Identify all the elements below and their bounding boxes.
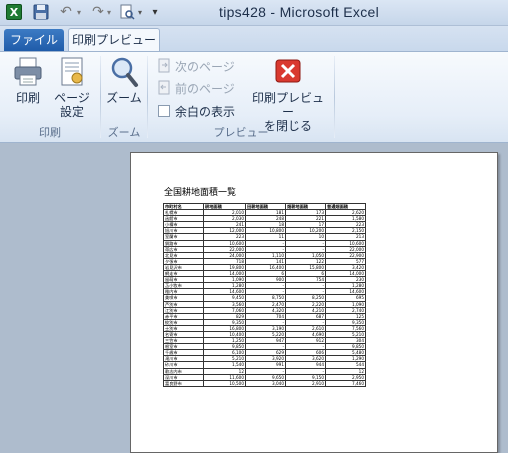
tab-print-preview[interactable]: 印刷プレビュー — [68, 28, 160, 53]
printer-icon — [14, 57, 42, 86]
ribbon: 印刷 ページ 設定 印刷 ズーム ズーム 次のページ 前のページ 余白の表示 印… — [0, 51, 508, 143]
data-table: 市町村名 耕地面積 田耕地面積 畑耕地面積 普通畑面積 札幌市 2,010 181 1… — [163, 202, 366, 387]
value-cell: 2,910 — [285, 379, 326, 387]
table-row: 富良野市 10,500 3,040 2,910 7,460 — [163, 379, 366, 387]
next-page-button[interactable]: 次のページ — [156, 56, 235, 76]
previous-page-icon — [158, 80, 170, 95]
group-print: 印刷 ページ 設定 印刷 — [0, 52, 100, 142]
previous-page-button[interactable]: 前のページ — [156, 78, 235, 98]
checkbox-box[interactable] — [158, 105, 170, 117]
page-setup-button[interactable]: ページ 設定 — [52, 55, 92, 119]
show-margins-checkbox[interactable]: 余白の表示 — [158, 101, 235, 121]
close-print-preview-button[interactable]: 印刷プレビュー を閉じる — [248, 55, 328, 133]
window-title: tips428 - Microsoft Excel — [219, 4, 379, 20]
group-zoom-label: ズーム — [107, 126, 141, 139]
next-page-label: 次のページ — [175, 59, 235, 74]
group-zoom: ズーム ズーム — [101, 52, 147, 142]
group-preview: 次のページ 前のページ 余白の表示 印刷プレビュー を閉じる プレビュー — [148, 52, 334, 142]
ribbon-tabs: ファイル 印刷プレビュー — [0, 26, 508, 53]
group-print-label: 印刷 — [39, 126, 61, 139]
city-name-cell: 富良野市 — [163, 379, 204, 387]
group-preview-label: プレビュー — [213, 126, 269, 139]
value-cell: 10,500 — [203, 379, 246, 387]
value-cell: 3,040 — [245, 379, 286, 387]
zoom-button[interactable]: ズーム — [104, 55, 144, 105]
print-button[interactable]: 印刷 — [8, 55, 48, 105]
table-body: 札幌市 2,010 181 173 2,620 函館市 2,030 248 221 1,580 小樽… — [163, 209, 366, 387]
zoom-label: ズーム — [106, 91, 142, 105]
magnifier-icon — [111, 57, 138, 87]
close-preview-label-1: 印刷プレビュー — [251, 91, 324, 119]
page-setup-label-1: ページ — [54, 91, 90, 105]
title-bar: X ↶ ▾ ↷ ▾ ▾ ▾ tips428 - Microsoft Excel — [0, 0, 508, 26]
show-margins-label: 余白の表示 — [175, 104, 236, 119]
previous-page-label: 前のページ — [175, 81, 235, 96]
document-title: 全国耕地面積一覧 — [164, 188, 237, 198]
print-label: 印刷 — [15, 91, 40, 105]
page-setup-icon — [61, 57, 83, 86]
group-separator — [334, 56, 335, 138]
next-page-icon — [158, 58, 170, 73]
close-icon — [275, 59, 301, 83]
page-setup-label-2: 設定 — [59, 105, 84, 119]
tab-file[interactable]: ファイル — [4, 29, 64, 52]
value-cell: 7,460 — [325, 379, 366, 387]
preview-page: 全国耕地面積一覧 市町村名 耕地面積 田耕地面積 畑耕地面積 普通畑面積 札幌市… — [130, 152, 498, 453]
